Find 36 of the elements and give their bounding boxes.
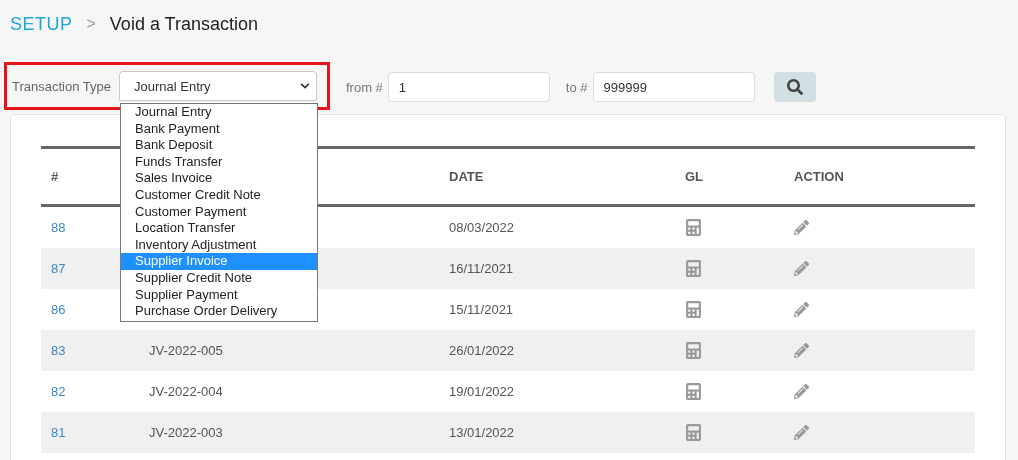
search-icon — [786, 79, 803, 95]
column-header: DATE — [449, 169, 485, 184]
calculator-icon[interactable] — [685, 424, 702, 441]
transaction-type-select[interactable]: Journal Entry — [119, 71, 317, 101]
column-header: ACTION — [794, 169, 845, 184]
field-label: to # — [565, 79, 588, 95]
table-cell-text: 08/03/2022 — [449, 220, 516, 235]
calculator-icon[interactable] — [685, 219, 702, 236]
page-title: Void a Transaction — [109, 13, 258, 35]
pencil-icon[interactable] — [794, 302, 809, 317]
calculator-icon[interactable] — [685, 260, 702, 277]
field-label: from # — [346, 79, 383, 95]
pencil-icon[interactable] — [794, 220, 809, 235]
table-cell-text: 15/11/2021 — [449, 302, 515, 317]
table-cell-text: 19/01/2022 — [449, 384, 516, 399]
to-field[interactable]: 999999 — [592, 72, 755, 102]
pencil-icon[interactable] — [794, 384, 809, 399]
calculator-icon[interactable] — [685, 342, 702, 359]
calculator-icon[interactable] — [685, 301, 702, 318]
pencil-icon[interactable] — [794, 261, 809, 276]
table-cell-text: 16/11/2021 — [449, 261, 515, 276]
pencil-icon[interactable] — [794, 425, 809, 440]
table-cell-text: 13/01/2022 — [449, 425, 516, 440]
table-cell-text: 26/01/2022 — [449, 343, 516, 358]
field-label: Transaction Type — [12, 78, 111, 94]
pencil-icon[interactable] — [794, 343, 809, 358]
chevron-icon — [300, 81, 310, 91]
calculator-icon[interactable] — [685, 383, 702, 400]
from-field[interactable]: 1 — [387, 72, 550, 102]
table-cell-text: JV-2022-004 — [149, 384, 224, 399]
table-cell-text: JV-2022-003 — [149, 425, 224, 440]
table-cell-text: JV-2022-005 — [149, 343, 224, 358]
search-button[interactable] — [773, 72, 816, 102]
transaction-link[interactable]: 82 — [51, 384, 149, 399]
breadcrumb-separator: > — [86, 15, 96, 33]
column-header: GL — [685, 169, 705, 184]
